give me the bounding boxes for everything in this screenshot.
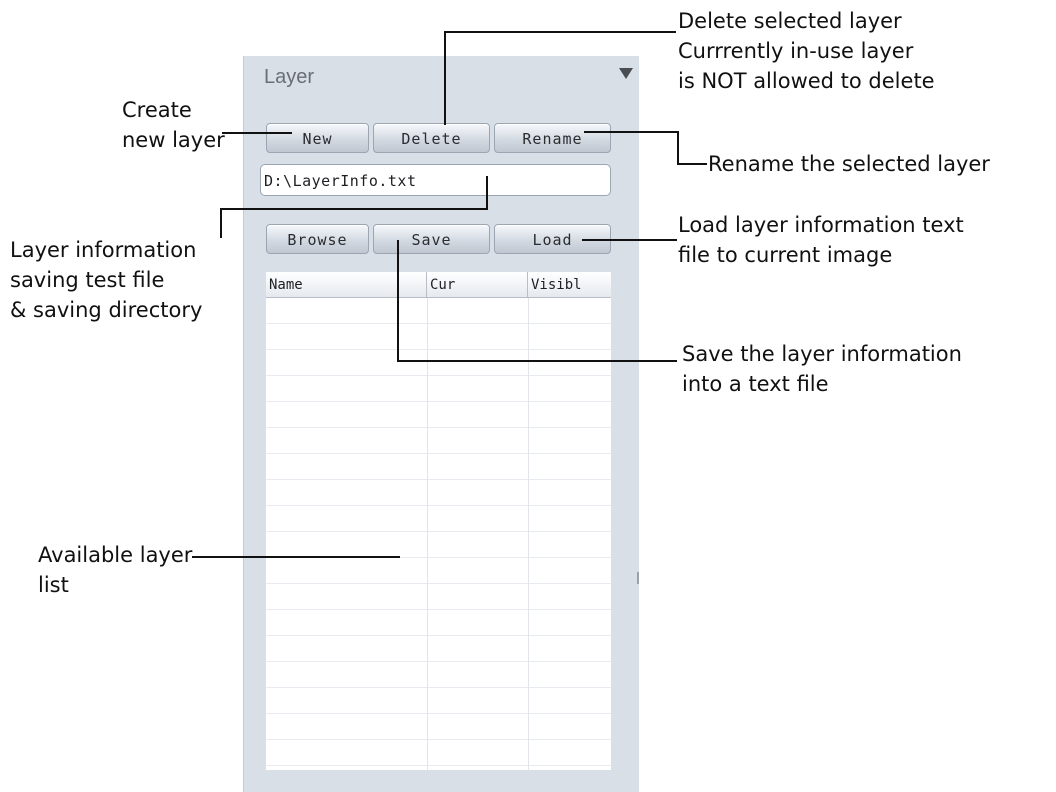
annotation-layer-info: Layer information saving test file & sav…: [10, 238, 203, 322]
leader-line: [677, 131, 679, 165]
annotation-rename: Rename the selected layer: [708, 152, 990, 176]
browse-button[interactable]: Browse: [266, 224, 369, 254]
annotation-available: Available layer list: [38, 543, 193, 597]
leader-line: [582, 239, 677, 241]
new-layer-button[interactable]: New: [266, 123, 369, 153]
column-header-visible[interactable]: Visibl: [528, 272, 611, 297]
column-divider: [528, 298, 529, 770]
column-header-cur[interactable]: Cur: [427, 272, 528, 297]
leader-line: [397, 360, 677, 362]
leader-line: [222, 132, 292, 134]
triangle-down-icon[interactable]: [619, 68, 633, 79]
save-button[interactable]: Save: [373, 224, 490, 254]
column-header-name[interactable]: Name: [266, 272, 427, 297]
leader-line: [220, 208, 222, 238]
table-header: Name Cur Visibl: [266, 272, 611, 298]
leader-line: [192, 556, 400, 558]
layer-info-path-field[interactable]: D:\LayerInfo.txt: [260, 164, 611, 196]
leader-line: [486, 176, 488, 210]
delete-layer-button[interactable]: Delete: [373, 123, 490, 153]
leader-line: [677, 163, 707, 165]
annotation-save: Save the layer information into a text f…: [682, 342, 962, 396]
leader-line: [397, 240, 399, 362]
annotation-delete: Delete selected layer Currrently in-use …: [678, 9, 935, 93]
leader-line: [444, 31, 446, 125]
leader-line: [584, 131, 678, 133]
leader-line: [220, 208, 488, 210]
annotation-load: Load layer information text file to curr…: [678, 213, 964, 267]
column-divider: [427, 298, 428, 770]
panel-title: Layer: [264, 66, 315, 88]
annotation-create: Create new layer: [122, 98, 225, 152]
table-body[interactable]: [266, 298, 611, 770]
panel-edge-mark: [637, 572, 639, 584]
layer-list-table[interactable]: Name Cur Visibl: [266, 272, 611, 770]
layer-panel: Layer New Delete Rename D:\LayerInfo.txt…: [243, 56, 639, 792]
rename-layer-button[interactable]: Rename: [494, 123, 611, 153]
leader-line: [444, 31, 676, 33]
